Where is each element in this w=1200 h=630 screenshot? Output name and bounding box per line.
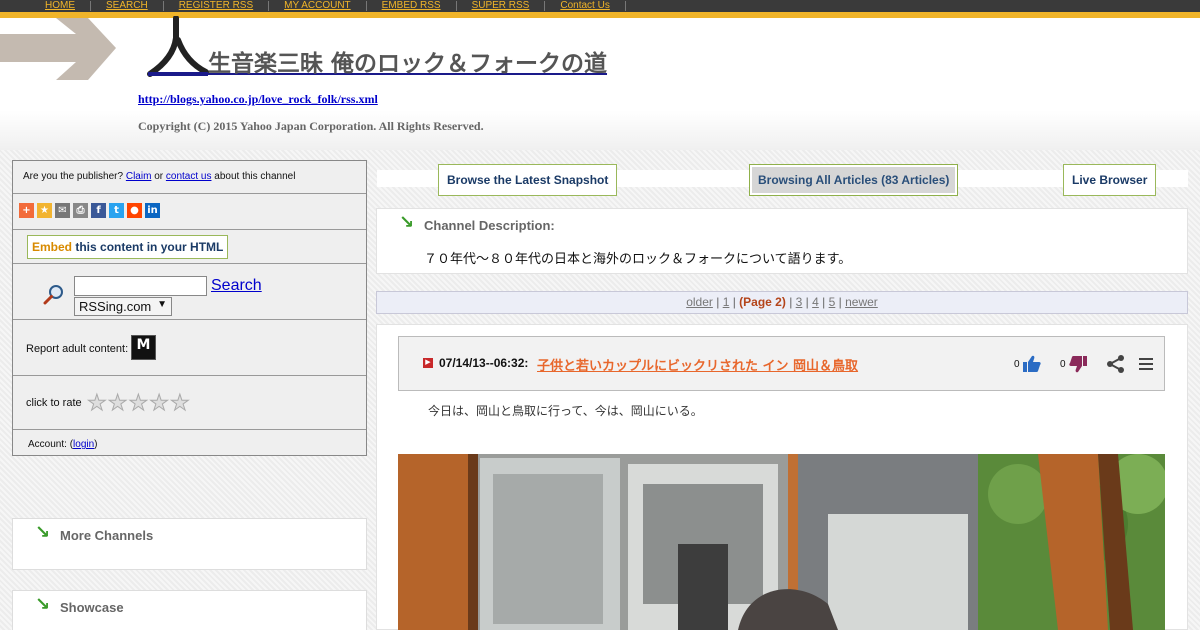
feed-url-link[interactable]: http://blogs.yahoo.co.jp/love_rock_folk/… [138,92,378,107]
top-nav: HOME SEARCH REGISTER RSS MY ACCOUNT EMBE… [0,0,1200,12]
account-label: Account: [28,439,67,450]
login-link[interactable]: login [73,439,94,450]
adult-report-row: Report adult content: M [13,320,366,376]
embed-row: Embed this content in your HTML [13,230,366,264]
share-icon[interactable] [1106,354,1126,374]
nav-my-account[interactable]: MY ACCOUNT [269,1,367,11]
pager-page-3[interactable]: 3 [796,295,803,309]
email-icon[interactable]: ✉ [55,203,70,218]
copyright-text: Copyright (C) 2015 Yahoo Japan Corporati… [138,119,484,133]
more-channels-title[interactable]: More Channels [60,528,153,543]
search-select-value: RSSing.com [79,299,152,314]
like-control[interactable]: 0 [1014,354,1042,374]
showcase-title[interactable]: Showcase [60,600,124,615]
account-row: Account: (login) [28,439,98,450]
nav-contact-us[interactable]: Contact Us [545,1,626,11]
nav-register-rss[interactable]: REGISTER RSS [164,1,270,11]
contact-us-link[interactable]: contact us [166,171,212,182]
dropdown-caret-icon: ▼ [157,299,167,310]
favorite-star-icon[interactable]: ★ [37,203,52,218]
mature-rating-icon[interactable]: M [131,335,156,360]
thumbs-down-icon [1068,356,1087,373]
article-photo [398,454,1165,630]
nav-home[interactable]: HOME [30,1,91,11]
green-arrow-icon: ↘ [399,212,415,233]
pagination: older | 1 | (Page 2) | 3 | 4 | 5 | newer [376,291,1188,314]
star-icon[interactable]: ★ [128,391,149,414]
dislike-control[interactable]: 0 [1060,354,1088,374]
nav-super-rss[interactable]: SUPER RSS [457,1,546,11]
addthis-plus-icon[interactable]: + [19,203,34,218]
embed-label: this content in your HTML [75,240,224,254]
showcase-panel: ↘ Showcase [12,590,367,630]
green-arrow-icon: ↘ [35,522,51,543]
embed-highlight: Embed [32,240,73,254]
person-kanji-logo-icon [147,16,209,77]
star-rating: ★ ★ ★ ★ ★ [87,391,191,414]
embed-button[interactable]: Embed this content in your HTML [27,235,229,259]
share-row: + ★ ✉ ⎙ f t ● in [13,194,366,230]
article-excerpt: 今日は、岡山と鳥取に行って、今は、岡山にいる。 [428,404,703,418]
facebook-icon[interactable]: f [91,203,106,218]
publisher-suffix: about this channel [214,171,296,182]
channel-description-box: ↘ Channel Description: ７０年代～８０年代の日本と海外のロ… [376,208,1188,274]
publisher-prefix: Are you the publisher? [23,171,124,182]
article-header: ▶ 07/14/13--06:32: 子供と若いカップルにビックリされた イン … [398,336,1165,391]
tab-all-articles[interactable]: Browsing All Articles (83 Articles) [749,164,959,196]
article-title-link[interactable]: 子供と若いカップルにビックリされた イン 岡山＆鳥取 [537,355,858,374]
tab-latest-snapshot[interactable]: Browse the Latest Snapshot [438,164,618,196]
star-icon[interactable]: ★ [87,391,108,414]
star-icon[interactable]: ★ [149,391,170,414]
dislike-count: 0 [1060,358,1066,370]
publisher-row: Are you the publisher? Claim or contact … [13,161,366,194]
pager-page-5[interactable]: 5 [829,295,836,309]
adult-label: Report adult content: [26,343,129,355]
arrow-logo-icon [0,18,116,80]
star-icon[interactable]: ★ [169,391,190,414]
article-photo-image [398,454,1165,630]
pager-page-4[interactable]: 4 [812,295,819,309]
green-arrow-icon: ↘ [35,594,51,615]
like-count: 0 [1014,358,1020,370]
menu-icon[interactable] [1139,356,1153,372]
print-icon[interactable]: ⎙ [73,203,88,218]
search-input[interactable] [74,276,207,296]
rating-row: click to rate ★ ★ ★ ★ ★ [13,376,366,430]
search-link[interactable]: Search [211,277,262,295]
sidebar-box: Are you the publisher? Claim or contact … [12,160,367,456]
channel-title[interactable]: 生音楽三昧 俺のロック＆フォークの道 [208,44,607,78]
pager-page-1[interactable]: 1 [723,295,730,309]
rate-label: click to rate [26,397,82,409]
twitter-icon[interactable]: t [109,203,124,218]
claim-link[interactable]: Claim [126,171,152,182]
reddit-icon[interactable]: ● [127,203,142,218]
nav-embed-rss[interactable]: EMBED RSS [367,1,457,11]
channel-header: 生音楽三昧 俺のロック＆フォークの道 http://blogs.yahoo.co… [0,16,1200,150]
description-title: Channel Description: [424,218,555,233]
search-site-select[interactable]: RSSing.com ▼ [74,297,172,316]
thumbs-up-icon [1022,355,1041,372]
tab-live-browser[interactable]: Live Browser [1063,164,1157,196]
more-channels-panel: ↘ More Channels [12,518,367,570]
or-text: or [154,171,164,182]
search-row: Search RSSing.com ▼ [13,264,366,320]
description-text: ７０年代～８０年代の日本と海外のロック＆フォークについて語ります。 [424,252,852,267]
linkedin-icon[interactable]: in [145,203,160,218]
article-bullet-icon: ▶ [423,358,433,368]
magnifier-icon [43,285,63,305]
pager-current: (Page 2) [739,295,786,309]
star-icon[interactable]: ★ [107,391,128,414]
pager-newer[interactable]: newer [845,295,878,309]
article-date: 07/14/13--06:32: [439,356,529,370]
nav-search[interactable]: SEARCH [91,1,164,11]
pager-older[interactable]: older [686,295,713,309]
